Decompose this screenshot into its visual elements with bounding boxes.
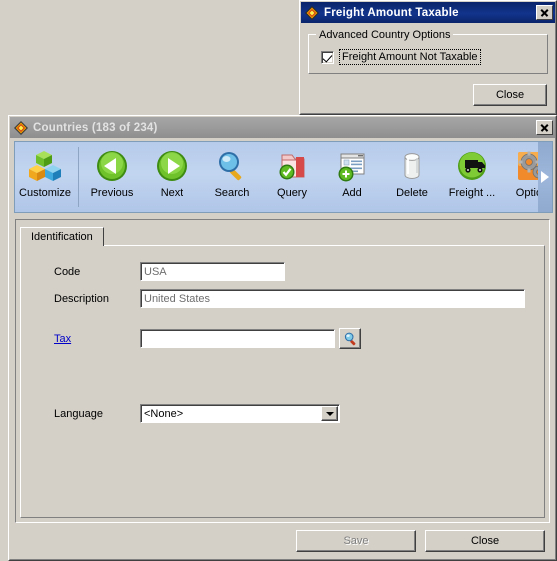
toolbar-label-query: Query <box>277 187 307 199</box>
toolbar-button-query[interactable]: Query <box>262 142 322 212</box>
countries-content-panel: Identification Code USA Description Unit… <box>15 219 550 523</box>
language-combobox[interactable]: <None> <box>140 404 340 423</box>
countries-button-bar: Save Close <box>10 523 555 559</box>
toolbar-label-delete: Delete <box>396 187 428 199</box>
code-label: Code <box>54 265 81 278</box>
toolbar-button-customize[interactable]: Customize <box>15 142 75 212</box>
toolbar-label-next: Next <box>160 187 184 199</box>
countries-toolbar: Customize Previous Next Search Query Add… <box>14 141 553 213</box>
chevron-right-icon <box>541 171 549 183</box>
toolbar-label-customize: Customize <box>19 187 71 199</box>
toolbar-separator <box>78 147 79 207</box>
form-row-description: Description United States <box>35 289 530 308</box>
freight-not-taxable-row[interactable]: Freight Amount Not Taxable <box>321 49 539 65</box>
toolbar-button-next[interactable]: Next <box>142 142 202 212</box>
diamond-app-icon <box>13 120 29 136</box>
arrow-right-circle-icon <box>154 148 190 184</box>
description-label: Description <box>54 292 110 305</box>
countries-close-button[interactable]: Close <box>425 530 545 552</box>
advanced-country-options-group: Advanced Country Options Freight Amount … <box>308 29 548 74</box>
tax-link[interactable]: Tax <box>35 333 140 345</box>
tax-lookup-button[interactable] <box>339 328 361 349</box>
freight-close-button[interactable]: Close <box>473 84 547 106</box>
language-value: <None> <box>144 407 184 420</box>
countries-title-text: Countries (183 of 234) <box>33 121 158 134</box>
description-input[interactable]: United States <box>140 289 525 308</box>
tab-identification[interactable]: Identification <box>20 227 104 246</box>
freight-not-taxable-checkbox[interactable] <box>321 50 334 64</box>
form-spacer <box>35 357 530 404</box>
tabstrip: Identification <box>20 225 545 246</box>
diamond-app-icon <box>304 5 320 21</box>
toolbar-scroll-right-button[interactable] <box>538 142 552 212</box>
toolbar-button-delete[interactable]: Delete <box>382 142 442 212</box>
freight-not-taxable-label: Freight Amount Not Taxable <box>339 49 481 65</box>
freight-title-text: Freight Amount Taxable <box>324 6 459 19</box>
language-dropdown-button[interactable] <box>321 406 338 421</box>
save-button[interactable]: Save <box>296 530 416 552</box>
group-title: Advanced Country Options <box>316 29 454 41</box>
toolbar-button-previous[interactable]: Previous <box>82 142 142 212</box>
trash-cylinder-icon <box>394 148 430 184</box>
toolbar-button-search[interactable]: Search <box>202 142 262 212</box>
tabpage-identification: Code USA Description United States Tax L… <box>20 245 545 518</box>
chevron-down-icon <box>325 411 334 416</box>
truck-circle-icon <box>454 148 490 184</box>
toolbar-button-add[interactable]: Add <box>322 142 382 212</box>
tax-input[interactable] <box>140 329 335 348</box>
toolbar-label-add: Add <box>342 187 362 199</box>
freight-close-icon[interactable] <box>536 5 553 20</box>
form-row-code: Code USA <box>35 262 530 281</box>
freight-amount-taxable-dialog: Freight Amount Taxable Advanced Country … <box>299 0 557 115</box>
toolbar-button-freight[interactable]: Freight ... <box>442 142 502 212</box>
window-plus-icon <box>334 148 370 184</box>
countries-window: Countries (183 of 234) Customize Previou… <box>8 115 557 561</box>
countries-close-icon[interactable] <box>536 120 553 135</box>
countries-titlebar[interactable]: Countries (183 of 234) <box>10 117 555 138</box>
tab-identification-label: Identification <box>31 231 93 243</box>
magnifier-icon <box>214 148 250 184</box>
freight-titlebar[interactable]: Freight Amount Taxable <box>301 2 555 23</box>
form-row-tax: Tax <box>35 328 530 349</box>
toolbar-label-previous: Previous <box>90 187 134 199</box>
folder-check-icon <box>274 148 310 184</box>
language-label: Language <box>54 407 103 420</box>
arrow-left-circle-icon <box>94 148 130 184</box>
toolbar-label-freight: Freight ... <box>448 187 496 199</box>
cubes-icon <box>27 148 63 184</box>
magnifier-icon <box>344 332 355 346</box>
form-row-language: Language <None> <box>35 404 530 423</box>
toolbar-label-search: Search <box>214 187 250 199</box>
code-input[interactable]: USA <box>140 262 285 281</box>
